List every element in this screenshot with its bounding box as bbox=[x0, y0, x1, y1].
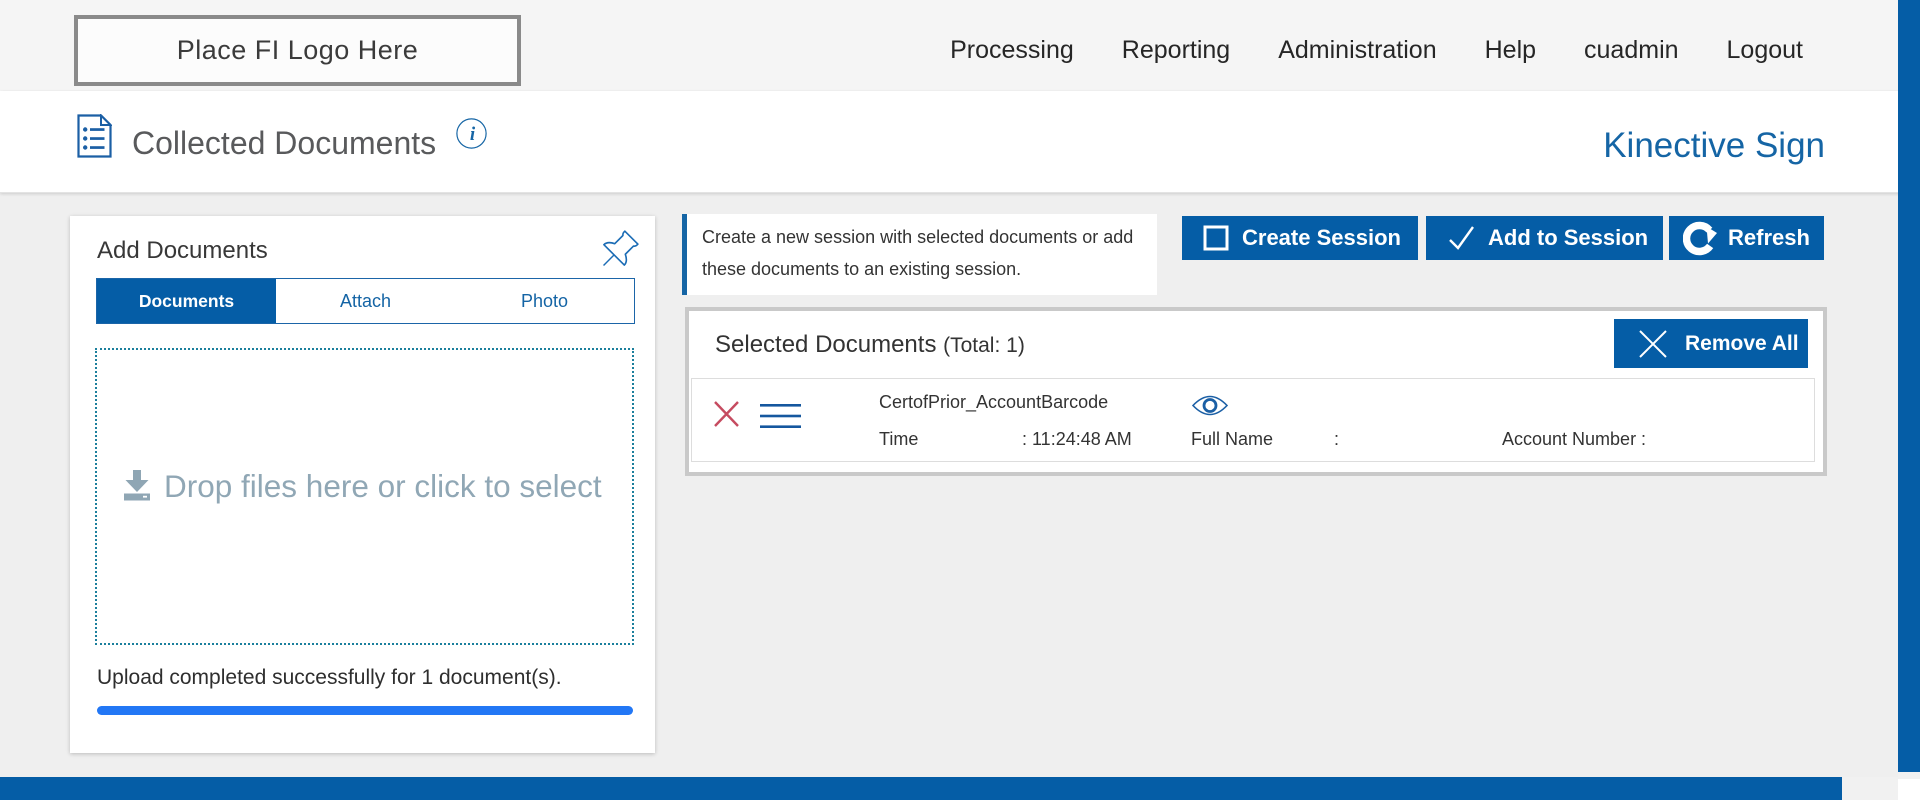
svg-text:i: i bbox=[470, 124, 476, 145]
